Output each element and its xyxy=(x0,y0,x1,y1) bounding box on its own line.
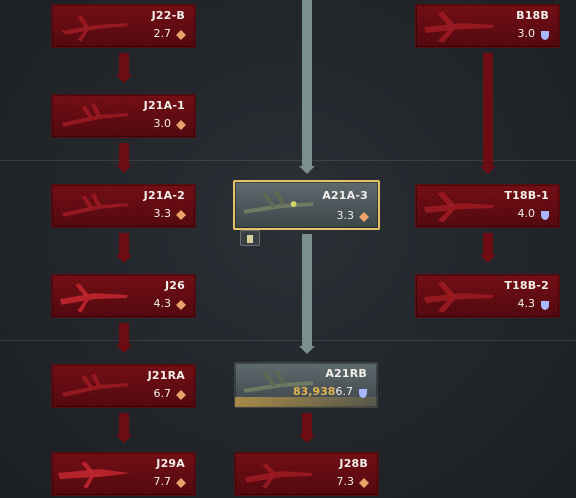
silver-diamond-icon xyxy=(176,210,186,220)
wrench-icon xyxy=(247,235,253,243)
research-link-arrow xyxy=(302,0,312,166)
research-link-arrowhead xyxy=(116,75,132,83)
vehicle-name: J26 xyxy=(164,279,185,292)
blue-shield-icon xyxy=(359,389,367,398)
battle-rating: 3.3 xyxy=(336,209,355,222)
research-link-arrow xyxy=(483,53,493,166)
vehicle-card-t18b-2[interactable]: T18B-2 4.3 xyxy=(415,274,560,318)
silver-diamond-icon xyxy=(176,30,186,40)
battle-rating: 4.3 xyxy=(153,297,172,310)
vehicle-name: T18B-2 xyxy=(504,279,549,292)
research-cost: 83,938 xyxy=(293,385,336,398)
vehicle-name: J29A xyxy=(156,457,185,470)
vehicle-card-j21a-2[interactable]: J21A-2 3.3 xyxy=(51,184,196,228)
research-link-arrowhead xyxy=(116,435,132,443)
silver-diamond-icon xyxy=(359,478,369,488)
research-link-arrow xyxy=(119,413,129,435)
blue-shield-icon xyxy=(541,211,549,220)
battle-rating: 6.7 xyxy=(335,385,354,398)
battle-rating: 2.7 xyxy=(153,27,172,40)
research-link-arrowhead xyxy=(116,345,132,353)
vehicle-card-j28b[interactable]: J28B 7.3 xyxy=(234,452,379,496)
vehicle-name: J21A-1 xyxy=(143,99,185,112)
research-link-arrow xyxy=(119,233,129,255)
research-link-arrow xyxy=(119,323,129,345)
blue-shield-icon xyxy=(541,301,549,310)
silver-diamond-icon xyxy=(176,390,186,400)
vehicle-name: J21A-2 xyxy=(143,189,185,202)
research-link-arrow xyxy=(119,53,129,75)
vehicle-card-j21a-1[interactable]: J21A-1 3.0 xyxy=(51,94,196,138)
bomber-plane-icon xyxy=(423,281,495,313)
vehicle-name: J28B xyxy=(339,457,368,470)
twin-boom-plane-icon xyxy=(242,190,314,214)
blue-shield-icon xyxy=(541,31,549,40)
vehicle-name: J22-B xyxy=(151,9,185,22)
battle-rating: 4.3 xyxy=(517,297,536,310)
research-link-arrow xyxy=(302,413,312,435)
battle-rating: 3.3 xyxy=(153,207,172,220)
battle-rating: 4.0 xyxy=(517,207,536,220)
silver-diamond-icon xyxy=(359,212,369,222)
research-link-arrowhead xyxy=(480,166,496,174)
vehicle-card-a21rb[interactable]: 83,938 A21RB 6.7 xyxy=(234,362,378,408)
research-link-arrowhead xyxy=(480,255,496,263)
research-link-arrowhead xyxy=(299,166,315,174)
modification-icon[interactable] xyxy=(240,230,260,246)
twin-boom-plane-icon xyxy=(61,193,129,217)
research-link-arrow xyxy=(302,234,312,346)
vehicle-card-j26[interactable]: J26 4.3 xyxy=(51,274,196,318)
battle-rating: 7.3 xyxy=(336,475,355,488)
vehicle-card-a21a-3[interactable]: A21A-3 3.3 xyxy=(233,180,380,230)
vehicle-card-t18b-1[interactable]: T18B-1 4.0 xyxy=(415,184,560,228)
research-link-arrowhead xyxy=(299,346,315,354)
silver-diamond-icon xyxy=(176,120,186,130)
vehicle-card-j29a[interactable]: J29A 7.7 xyxy=(51,452,196,496)
research-link-arrowhead xyxy=(299,435,315,443)
research-link-arrowhead xyxy=(116,255,132,263)
vehicle-card-j22-b[interactable]: J22-B 2.7 xyxy=(51,4,196,48)
vehicle-card-j21ra[interactable]: J21RA 6.7 xyxy=(51,364,196,408)
vehicle-name: T18B-1 xyxy=(504,189,549,202)
silver-diamond-icon xyxy=(176,478,186,488)
research-link-arrow xyxy=(119,143,129,165)
jet-plane-icon xyxy=(57,461,131,489)
battle-rating: 3.0 xyxy=(517,27,536,40)
bomber-plane-icon xyxy=(423,191,495,223)
vehicle-card-b18b[interactable]: B18B 3.0 xyxy=(415,4,560,48)
bomber-plane-icon xyxy=(423,11,495,43)
jet-plane-icon xyxy=(61,373,129,397)
vehicle-name: A21RB xyxy=(325,367,367,380)
vehicle-name: J21RA xyxy=(147,369,185,382)
silver-diamond-icon xyxy=(176,300,186,310)
research-link-arrowhead xyxy=(116,165,132,173)
rank-divider xyxy=(0,340,576,341)
battle-rating: 7.7 xyxy=(153,475,172,488)
battle-rating: 3.0 xyxy=(153,117,172,130)
twin-boom-plane-icon xyxy=(61,103,129,127)
fighter-plane-icon xyxy=(59,283,129,313)
battle-rating: 6.7 xyxy=(153,387,172,400)
research-link-arrow xyxy=(483,233,493,255)
vehicle-name: A21A-3 xyxy=(322,189,368,202)
fighter-plane-icon xyxy=(60,15,129,42)
vehicle-name: B18B xyxy=(516,9,549,22)
jet-plane-icon xyxy=(244,463,314,489)
